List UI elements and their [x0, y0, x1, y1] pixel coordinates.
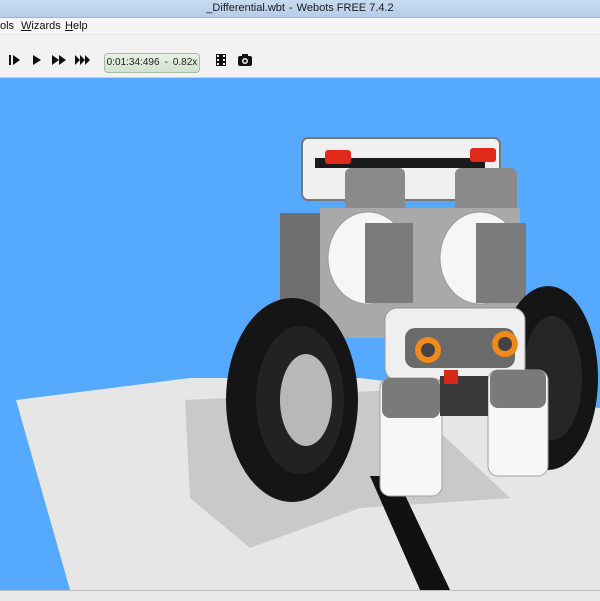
step-icon — [9, 55, 20, 65]
robot-motor-right-cap — [476, 223, 526, 303]
robot-motor-left-cap — [365, 223, 413, 303]
robot-red-pin — [444, 370, 458, 384]
window-title-separator: - — [288, 2, 293, 14]
simulation-toolbar: 0:01:34:496-0.82x — [0, 35, 600, 78]
run-button[interactable] — [28, 51, 46, 69]
status-strip — [0, 590, 600, 601]
robot-wheel-left-hub — [280, 354, 332, 446]
camera-icon — [238, 54, 252, 66]
window-title-file: _Differential.wbt — [206, 2, 285, 14]
menu-wizards-mnemonic: W — [21, 20, 32, 32]
robot-red-connector-left — [325, 150, 351, 164]
fastest-icon — [75, 55, 90, 65]
robot-sensor-eye-left-inner — [421, 343, 435, 357]
menu-help-rest: elp — [72, 20, 88, 32]
play-icon — [33, 55, 41, 65]
screenshot-button[interactable] — [236, 51, 254, 69]
menu-help-mnemonic: H — [65, 20, 73, 32]
menu-wizards[interactable]: Wizards — [21, 18, 61, 34]
simulation-time-display: 0:01:34:496-0.82x — [104, 53, 200, 73]
menu-wizards-rest: izards — [31, 20, 61, 32]
robot-sensor-eye-right-inner — [498, 337, 512, 351]
simulation-time: 0:01:34:496 — [106, 57, 160, 68]
fast-forward-icon — [52, 55, 66, 65]
title-bar: _Differential.wbt - Webots FREE 7.4.2 — [0, 0, 600, 18]
time-separator: - — [164, 57, 168, 68]
window-title-app: Webots FREE 7.4.2 — [296, 2, 394, 14]
robot-red-connector-right — [470, 148, 496, 162]
menu-bar: ols Wizards Help — [0, 18, 600, 35]
menu-help[interactable]: Help — [65, 18, 88, 34]
film-icon — [216, 54, 226, 66]
robot-front-block-left-top — [382, 378, 440, 418]
robot — [226, 137, 598, 502]
3d-view[interactable] — [0, 78, 600, 590]
step-button[interactable] — [6, 51, 24, 69]
simulation-speed: 0.82x — [172, 57, 198, 68]
fastest-button[interactable] — [74, 51, 92, 69]
record-movie-button[interactable] — [212, 51, 230, 69]
fast-button[interactable] — [50, 51, 68, 69]
menu-tools[interactable]: ols — [0, 18, 14, 34]
robot-front-block-right-top — [490, 370, 546, 408]
3d-scene — [16, 137, 600, 590]
